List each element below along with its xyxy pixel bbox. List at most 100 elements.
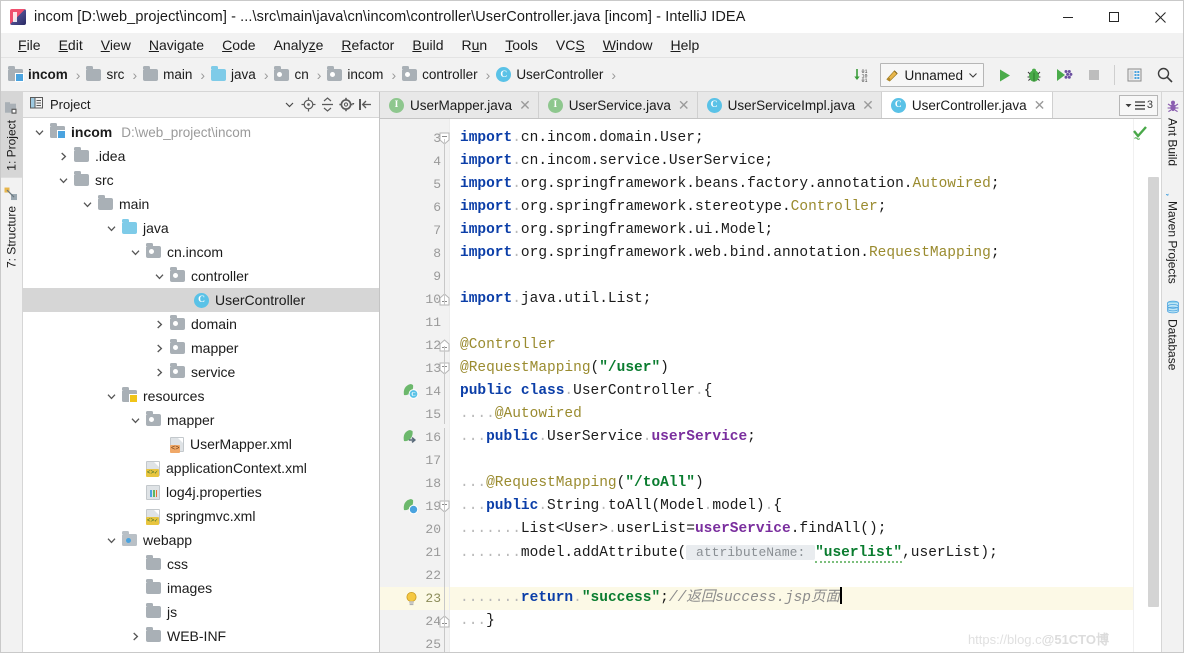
chevron-right-icon[interactable] <box>127 631 143 642</box>
code-line-14[interactable]: public class.UserController.{ <box>450 380 1133 403</box>
code-line-8[interactable]: import.org.springframework.web.bind.anno… <box>450 242 1133 265</box>
close-icon[interactable] <box>1137 1 1183 33</box>
tree-item-webapp[interactable]: webapp <box>23 528 379 552</box>
breadcrumb-incom[interactable]: incom <box>8 65 68 82</box>
sidebar-item-ant-build[interactable]: Ant Build <box>1163 92 1183 175</box>
code-line-19[interactable]: ...public.String.toAll(Model.model).{ <box>450 495 1133 518</box>
intention-bulb-icon[interactable] <box>402 587 420 610</box>
breadcrumb-src[interactable]: src <box>86 65 124 82</box>
tree-item-web-inf[interactable]: WEB-INF <box>23 624 379 648</box>
tree-item-incom[interactable]: incom D:\web_project\incom <box>23 120 379 144</box>
spring-bean-gutter-icon[interactable] <box>400 495 420 518</box>
tree-item-src[interactable]: src <box>23 168 379 192</box>
chevron-down-icon[interactable] <box>103 223 119 234</box>
sidebar-item-project[interactable]: 1: Project <box>1 92 22 178</box>
tab-list-icon[interactable]: 3 <box>1118 94 1158 116</box>
collapse-all-icon[interactable] <box>318 95 337 115</box>
editor-gutter[interactable]: 3 4 5 6 7 8 9 10 11 12 13 14 C 15 16 17 18 19 20 21 22 23 24 25 <box>380 119 450 652</box>
code-line-23[interactable]: .......return."success";//返回success.jsp页… <box>450 587 1133 610</box>
breadcrumb-main[interactable]: main <box>143 65 192 82</box>
chevron-right-icon[interactable] <box>55 151 71 162</box>
tree-item--idea[interactable]: .idea <box>23 144 379 168</box>
chevron-down-icon[interactable] <box>31 127 47 138</box>
tree-item-main[interactable]: main <box>23 192 379 216</box>
editor-tab-userserviceimpl-java[interactable]: C UserServiceImpl.java ✕ <box>697 92 882 118</box>
breadcrumb-controller[interactable]: controller <box>402 65 478 82</box>
code-line-6[interactable]: import.org.springframework.stereotype.Co… <box>450 196 1133 219</box>
close-icon[interactable]: ✕ <box>862 97 874 114</box>
chevron-down-icon[interactable] <box>127 415 143 426</box>
menu-tools[interactable]: Tools <box>496 35 547 55</box>
editor-scrollbar[interactable] <box>1147 119 1161 652</box>
tree-item-js[interactable]: js <box>23 600 379 624</box>
tree-item-domain[interactable]: domain <box>23 312 379 336</box>
chevron-right-icon[interactable] <box>151 367 167 378</box>
code-editor[interactable]: 3 4 5 6 7 8 9 10 11 12 13 14 C 15 16 17 18 19 20 21 22 23 24 25… <box>380 119 1161 652</box>
code-line-11[interactable] <box>450 311 1133 334</box>
stop-icon[interactable] <box>1080 61 1108 89</box>
chevron-down-icon[interactable] <box>127 247 143 258</box>
tree-item-images[interactable]: images <box>23 576 379 600</box>
sidebar-item-maven-projects[interactable]: m Maven Projects <box>1160 175 1183 293</box>
code-line-15[interactable]: ....@Autowired <box>450 403 1133 426</box>
tree-item-log4j-properties[interactable]: log4j.properties <box>23 480 379 504</box>
minimize-icon[interactable] <box>1045 1 1091 33</box>
chevron-right-icon[interactable] <box>151 319 167 330</box>
inspection-marker-bar[interactable] <box>1133 119 1147 652</box>
menu-view[interactable]: View <box>92 35 140 55</box>
hide-icon[interactable] <box>356 95 375 115</box>
menu-run[interactable]: Run <box>453 35 497 55</box>
code-line-12[interactable]: @Controller <box>450 334 1133 357</box>
close-icon[interactable]: ✕ <box>1034 97 1046 114</box>
code-content[interactable]: https://blog.c@51CTO博 import.cn.incom.do… <box>450 119 1133 652</box>
breadcrumb-usercontroller[interactable]: C UserController <box>496 67 603 82</box>
chevron-down-icon[interactable] <box>55 175 71 186</box>
gear-icon[interactable] <box>337 95 356 115</box>
editor-tab-usermapper-java[interactable]: I UserMapper.java ✕ <box>380 92 539 118</box>
spring-bean-gutter-icon[interactable]: C <box>400 380 420 403</box>
menu-build[interactable]: Build <box>403 35 452 55</box>
menu-file[interactable]: File <box>9 35 50 55</box>
scrollbar-thumb[interactable] <box>1148 177 1159 607</box>
chevron-down-icon[interactable] <box>103 391 119 402</box>
tree-item-controller[interactable]: controller <box>23 264 379 288</box>
maximize-icon[interactable] <box>1091 1 1137 33</box>
code-line-3[interactable]: import.cn.incom.domain.User; <box>450 127 1133 150</box>
project-tree[interactable]: incom D:\web_project\incom .idea src main jav… <box>23 118 379 652</box>
sidebar-item-database[interactable]: Database <box>1163 293 1183 379</box>
code-line-20[interactable]: .......List<User>.userList=userService.f… <box>450 518 1133 541</box>
chevron-down-icon[interactable] <box>79 199 95 210</box>
tree-item-springmvc-xml[interactable]: springmvc.xml <box>23 504 379 528</box>
close-icon[interactable]: ✕ <box>678 97 690 114</box>
chevron-right-icon[interactable] <box>151 343 167 354</box>
code-line-7[interactable]: import.org.springframework.ui.Model; <box>450 219 1133 242</box>
sort-numeric-icon[interactable]: 01 10 01 <box>848 61 876 89</box>
code-line-17[interactable] <box>450 449 1133 472</box>
code-line-18[interactable]: ...@RequestMapping("/toAll") <box>450 472 1133 495</box>
breadcrumb-cn[interactable]: cn <box>274 65 309 82</box>
code-line-13[interactable]: @RequestMapping("/user") <box>450 357 1133 380</box>
tree-item-service[interactable]: service <box>23 360 379 384</box>
tree-item-cn-incom[interactable]: cn.incom <box>23 240 379 264</box>
chevron-down-icon[interactable] <box>280 95 299 115</box>
tree-item-mapper[interactable]: mapper <box>23 408 379 432</box>
inspection-ok-check-icon[interactable] <box>1132 125 1148 144</box>
tree-item-java[interactable]: java <box>23 216 379 240</box>
menu-help[interactable]: Help <box>662 35 709 55</box>
database-icon[interactable] <box>1121 61 1149 89</box>
code-line-24[interactable]: ...} <box>450 610 1133 633</box>
search-icon[interactable] <box>1151 61 1179 89</box>
menu-vcs[interactable]: VCS <box>547 35 594 55</box>
target-icon[interactable] <box>299 95 318 115</box>
tree-item-usermapper-xml[interactable]: UserMapper.xml <box>23 432 379 456</box>
code-line-4[interactable]: import.cn.incom.service.UserService; <box>450 150 1133 173</box>
menu-refactor[interactable]: Refactor <box>332 35 403 55</box>
breadcrumb-java[interactable]: java <box>211 65 256 82</box>
close-icon[interactable]: ✕ <box>519 97 531 114</box>
menu-window[interactable]: Window <box>594 35 662 55</box>
code-line-21[interactable]: .......model.addAttribute( attributeName… <box>450 541 1133 564</box>
tree-item-resources[interactable]: resources <box>23 384 379 408</box>
editor-tab-usercontroller-java[interactable]: C UserController.java ✕ <box>881 92 1054 118</box>
menu-code[interactable]: Code <box>213 35 264 55</box>
chevron-down-icon[interactable] <box>103 535 119 546</box>
